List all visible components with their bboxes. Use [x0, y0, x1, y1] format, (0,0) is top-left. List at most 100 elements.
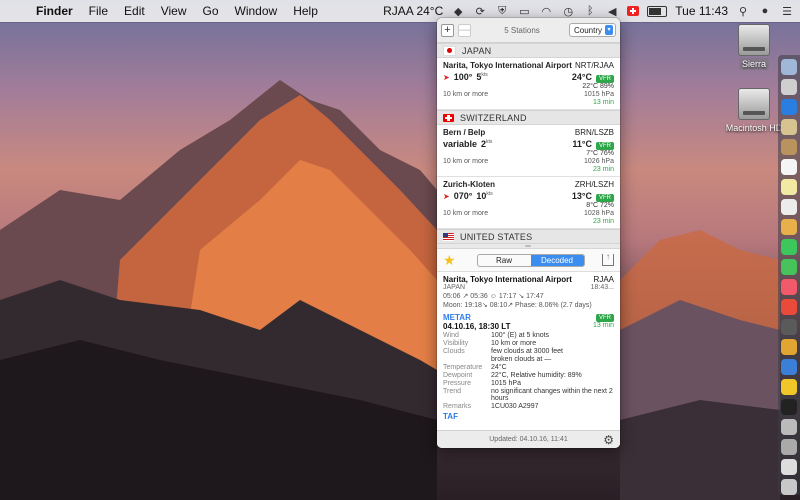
wind-unit: kts: [486, 191, 493, 197]
detail-key: [443, 356, 491, 363]
switzerland-flag-icon: [443, 113, 454, 122]
list-icon[interactable]: ☰: [780, 5, 794, 18]
chevron-down-icon: ▾: [605, 25, 613, 35]
ibooks-icon[interactable]: [781, 299, 797, 315]
sync-icon[interactable]: ⟳: [473, 5, 487, 18]
station-code: NRT/RJAA: [575, 61, 614, 70]
menu-window[interactable]: Window: [227, 4, 286, 18]
detail-value: few clouds at 3000 feet: [491, 348, 563, 355]
photos-icon[interactable]: [781, 219, 797, 235]
flight-rule-badge: VFR: [596, 142, 614, 150]
clock-icon[interactable]: ◷: [561, 5, 575, 18]
popover-footer: Updated: 04.10.16, 11:41 ⚙: [437, 430, 620, 448]
wifi-icon[interactable]: ◠: [539, 5, 553, 18]
desktop-icon-sierra[interactable]: Sierra: [734, 24, 774, 70]
terminal-icon[interactable]: [781, 399, 797, 415]
shield-icon[interactable]: ⛨: [495, 5, 509, 17]
country-name: UNITED STATES: [460, 231, 533, 242]
display-icon[interactable]: ▭: [517, 5, 531, 18]
facetime-icon[interactable]: [781, 259, 797, 275]
user-icon[interactable]: ●: [758, 5, 772, 17]
utility-icon[interactable]: [781, 419, 797, 435]
menu-file[interactable]: File: [81, 4, 116, 18]
country-name: SWITZERLAND: [460, 112, 527, 123]
japan-flag-icon: [443, 45, 456, 56]
share-icon[interactable]: ↑: [602, 253, 614, 266]
calendar-icon[interactable]: [781, 159, 797, 175]
itunes-icon[interactable]: [781, 279, 797, 295]
document-icon[interactable]: [781, 459, 797, 475]
gear-icon[interactable]: ⚙: [603, 433, 614, 447]
detail-station-code: RJAA: [593, 275, 614, 284]
dewpoint-humidity: 8°C 72%: [586, 202, 614, 209]
raw-tab[interactable]: Raw: [478, 255, 531, 266]
split-view-divider[interactable]: [437, 244, 620, 249]
desktop-icon-label: Sierra: [738, 58, 769, 70]
temperature: 24°C: [571, 72, 592, 82]
disk-icon: [738, 88, 770, 120]
launchpad-icon[interactable]: [781, 79, 797, 95]
input-source-icon[interactable]: [627, 6, 640, 16]
decoded-tab[interactable]: Decoded: [530, 254, 584, 266]
detail-station-name: Narita, Tokyo International Airport: [443, 275, 572, 284]
us-flag-icon: [443, 232, 454, 241]
reminders-icon[interactable]: [781, 199, 797, 215]
detail-value: 100° (E) at 5 knots: [491, 332, 550, 339]
detail-row: Pressure 1015 hPa: [443, 380, 614, 387]
safari-icon[interactable]: [781, 99, 797, 115]
remove-station-button[interactable]: —: [458, 23, 471, 37]
wind-speed: 10: [476, 191, 487, 201]
app-icon[interactable]: [781, 439, 797, 455]
detail-value: 22°C, Relative humidity: 89%: [491, 372, 582, 379]
add-station-button[interactable]: +: [441, 23, 454, 37]
volume-icon[interactable]: ◀: [605, 5, 619, 18]
dropbox-icon[interactable]: ◆: [451, 5, 465, 18]
station-detail: Narita, Tokyo International Airport RJAA…: [437, 272, 620, 448]
menu-go[interactable]: Go: [195, 4, 227, 18]
wind-unit: kts: [481, 72, 488, 78]
trash-icon[interactable]: [781, 479, 797, 495]
chrome-icon[interactable]: [781, 339, 797, 355]
station-name: Bern / Belp: [443, 128, 486, 137]
country-header-japan[interactable]: JAPAN: [437, 43, 620, 58]
xcode-icon[interactable]: [781, 359, 797, 375]
contacts-icon[interactable]: [781, 139, 797, 155]
search-icon[interactable]: ⚲: [736, 5, 750, 18]
station-row-lszh[interactable]: Zurich-Kloten ZRH/LSZH ➤ 070° 10kts 13°C VFR…: [437, 177, 620, 229]
weather-status-item[interactable]: RJAA 24°C: [383, 4, 443, 18]
messages-icon[interactable]: [781, 239, 797, 255]
menu-help[interactable]: Help: [285, 4, 326, 18]
system-preferences-icon[interactable]: [781, 319, 797, 335]
station-name: Narita, Tokyo International Airport: [443, 61, 572, 70]
desktop-icon-macintosh-hd[interactable]: Macintosh HD: [724, 88, 784, 133]
menu-finder[interactable]: Finder: [28, 4, 81, 18]
battery-icon[interactable]: [647, 5, 668, 17]
detail-row: Dewpoint 22°C, Relative humidity: 89%: [443, 372, 614, 379]
notes-icon[interactable]: [781, 179, 797, 195]
country-header-switzerland[interactable]: SWITZERLAND: [437, 110, 620, 125]
cyberduck-icon[interactable]: [781, 379, 797, 395]
flight-rule-badge: VFR: [596, 194, 614, 202]
wind-direction: 100°: [453, 72, 473, 82]
menu-edit[interactable]: Edit: [116, 4, 153, 18]
bluetooth-icon[interactable]: ᛒ: [583, 5, 597, 17]
detail-key: Dewpoint: [443, 372, 473, 379]
wind-direction: 070°: [453, 191, 473, 201]
dewpoint-humidity: 22°C 89%: [582, 83, 614, 90]
menu-view[interactable]: View: [153, 4, 195, 18]
country-header-united-states[interactable]: UNITED STATES: [437, 229, 620, 244]
station-row-rjaa[interactable]: Narita, Tokyo International Airport NRT/R…: [437, 58, 620, 110]
group-by-select[interactable]: Country ▾: [568, 23, 616, 37]
report-age: 13 min: [592, 99, 614, 106]
star-icon[interactable]: ★: [443, 252, 459, 269]
mail-icon[interactable]: [781, 119, 797, 135]
visibility: 10 km or more: [443, 210, 489, 217]
menu-bar: Finder File Edit View Go Window Help RJA…: [0, 0, 800, 22]
detail-key: Trend: [443, 388, 462, 395]
pressure: 1028 hPa: [584, 210, 614, 217]
detail-row: broken clouds at —: [443, 356, 614, 363]
menu-clock[interactable]: Tue 11:43: [675, 4, 728, 18]
detail-country: JAPAN: [443, 284, 466, 291]
finder-icon[interactable]: [781, 59, 797, 75]
station-row-lszb[interactable]: Bern / Belp BRN/LSZB variable 2kts 11°C VFR…: [437, 125, 620, 177]
